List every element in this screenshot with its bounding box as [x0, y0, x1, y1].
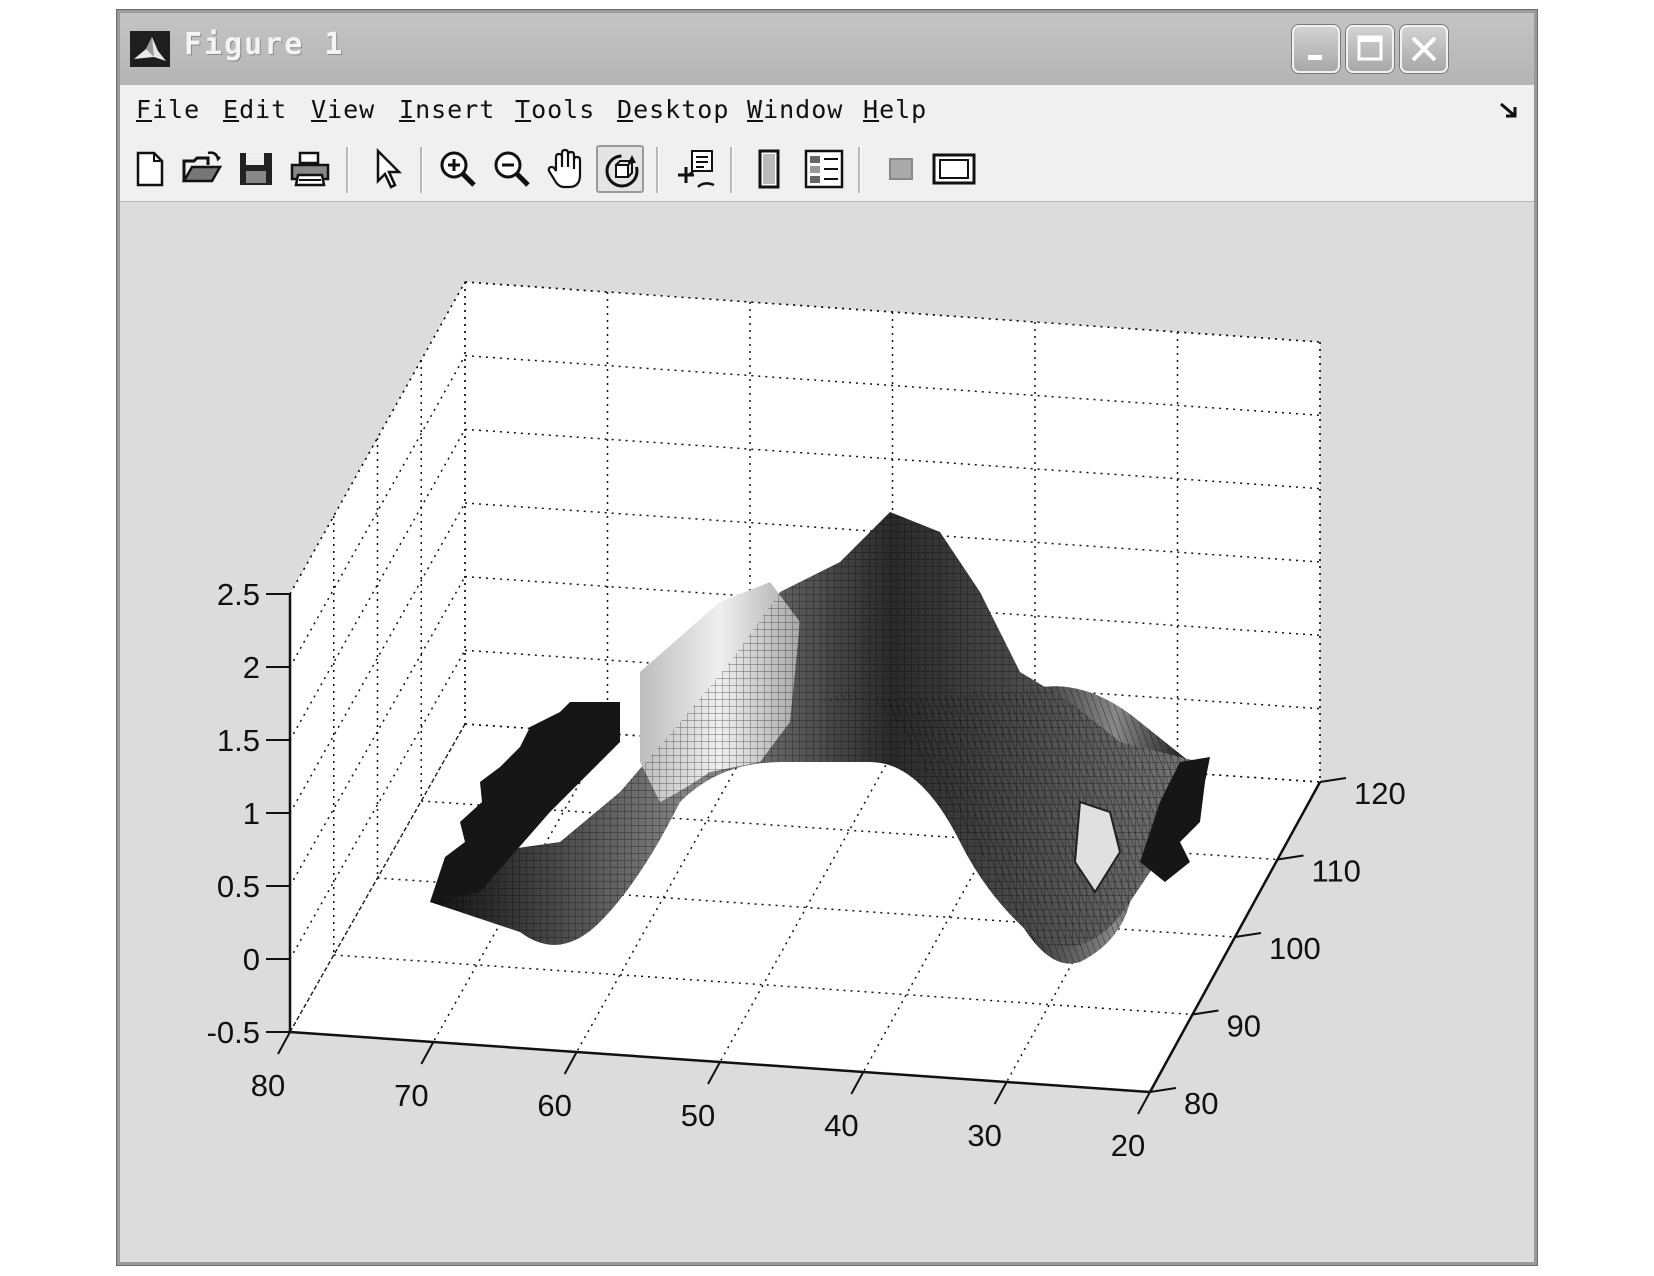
- print-icon: [290, 151, 330, 187]
- rotate-3d-icon: [605, 154, 639, 188]
- show-plot-tools-button[interactable]: [930, 145, 978, 193]
- toolbar-separator: [858, 147, 861, 193]
- close-icon: [1411, 36, 1437, 62]
- toolbar-separator: [420, 147, 423, 193]
- edit-plot-button[interactable]: [364, 145, 412, 193]
- x-tick-label: 80: [251, 1068, 285, 1103]
- maximize-icon: [1357, 35, 1383, 61]
- menu-edit[interactable]: Edit: [223, 95, 287, 124]
- z-tick-label: 2.5: [217, 577, 260, 612]
- menu-help[interactable]: Help: [863, 95, 927, 124]
- axis-line: [993, 1081, 1008, 1105]
- axis-line: [1234, 932, 1262, 938]
- save-icon: [240, 153, 272, 185]
- hide-plot-tools-icon: [889, 158, 913, 180]
- save-figure-button[interactable]: [232, 145, 280, 193]
- data-cursor-icon: [678, 150, 715, 188]
- toolbar-separator: [656, 147, 659, 193]
- z-tick-label: 0: [243, 942, 260, 977]
- legend-icon: [804, 149, 844, 189]
- menu-insert[interactable]: Insert: [399, 95, 495, 124]
- window-title: Figure 1: [184, 27, 345, 62]
- y-tick-label: 80: [1184, 1086, 1218, 1121]
- axis-line: [1149, 1087, 1177, 1093]
- axis-line: [1277, 854, 1304, 861]
- axis-line: [1137, 1091, 1151, 1115]
- zoom-in-button[interactable]: [434, 145, 482, 193]
- menu-window[interactable]: Window: [747, 95, 843, 124]
- x-tick-label: 60: [537, 1088, 571, 1123]
- z-tick-label: 0.5: [217, 869, 260, 904]
- matlab-logo-icon: [130, 31, 170, 67]
- toolbar-separator: [730, 147, 733, 193]
- x-tick-label: 30: [967, 1118, 1001, 1153]
- x-tick-label: 70: [394, 1078, 428, 1113]
- colorbar-icon: [758, 149, 780, 189]
- axis-line: [1192, 1009, 1219, 1016]
- axis-line: [1319, 777, 1347, 783]
- open-file-button[interactable]: [178, 145, 226, 193]
- select-arrow-icon: [376, 147, 403, 189]
- axis-line: [420, 1041, 435, 1065]
- minimize-button[interactable]: [1292, 25, 1340, 73]
- menu-view[interactable]: View: [311, 95, 375, 124]
- hide-plot-tools-button[interactable]: [876, 145, 924, 193]
- menu-desktop[interactable]: Desktop: [617, 95, 729, 124]
- print-figure-button[interactable]: [286, 145, 334, 193]
- menu-bar: File Edit View Insert Tools Desktop Wind…: [120, 85, 1534, 138]
- insert-colorbar-button[interactable]: [746, 145, 794, 193]
- z-tick-label: 2: [243, 650, 260, 685]
- z-tick-label: 1: [243, 796, 260, 831]
- x-tick-label: 50: [681, 1098, 715, 1133]
- y-tick-label: 90: [1227, 1009, 1261, 1044]
- rotate-3d-button[interactable]: [596, 145, 644, 193]
- toolbar-separator: [346, 147, 349, 193]
- show-plot-tools-icon: [932, 153, 976, 185]
- close-button[interactable]: [1400, 25, 1448, 73]
- menu-tools[interactable]: Tools: [515, 95, 595, 124]
- surface-plot[interactable]: 2.5 2 1.5 1 0.5 0 -0.5 80 70 60 50 40 30 20 80 90 100 1…: [120, 202, 1534, 1262]
- dock-arrow-icon[interactable]: [1498, 99, 1520, 121]
- insert-legend-button[interactable]: [800, 145, 848, 193]
- x-tick-label: 20: [1111, 1128, 1145, 1163]
- figure-window: Figure 1 File Edit View Insert Tools Des…: [117, 10, 1537, 1265]
- zoom-in-icon: [440, 151, 476, 187]
- data-cursor-button[interactable]: [672, 145, 720, 193]
- z-tick-label: -0.5: [207, 1015, 260, 1050]
- minimize-icon: [1308, 55, 1322, 60]
- axis-line: [277, 1031, 291, 1055]
- new-file-icon: [136, 151, 164, 187]
- y-tick-label: 100: [1269, 931, 1321, 966]
- zoom-out-icon: [494, 151, 530, 187]
- figure-toolbar: [120, 137, 1534, 202]
- figure-canvas[interactable]: 2.5 2 1.5 1 0.5 0 -0.5 80 70 60 50 40 30 20 80 90 100 1…: [120, 202, 1534, 1262]
- new-figure-button[interactable]: [126, 145, 174, 193]
- pan-button[interactable]: [542, 145, 590, 193]
- axis-line: [707, 1061, 721, 1085]
- menu-file[interactable]: File: [136, 95, 200, 124]
- pan-hand-icon: [547, 148, 582, 189]
- z-axis-ticks: 2.5 2 1.5 1 0.5 0 -0.5: [207, 577, 290, 1050]
- maximize-button[interactable]: [1346, 25, 1394, 73]
- y-tick-label: 120: [1354, 776, 1406, 811]
- z-tick-label: 1.5: [217, 723, 260, 758]
- axis-line: [850, 1071, 865, 1095]
- zoom-out-button[interactable]: [488, 145, 536, 193]
- x-tick-label: 40: [824, 1108, 858, 1143]
- y-tick-label: 110: [1312, 854, 1361, 889]
- axis-line: [563, 1051, 578, 1075]
- title-bar[interactable]: Figure 1: [120, 13, 1534, 86]
- open-folder-icon: [181, 151, 223, 183]
